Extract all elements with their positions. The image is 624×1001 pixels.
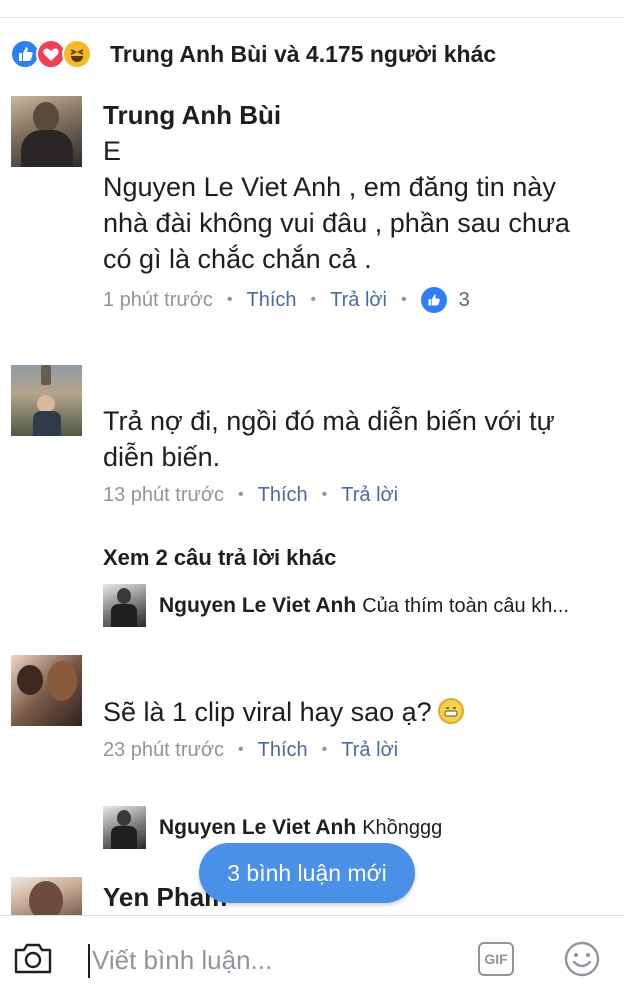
reply-preview[interactable]: Nguyen Le Viet Anh Khồnggg	[159, 816, 442, 840]
camera-icon[interactable]	[12, 938, 54, 983]
reaction-icons	[10, 37, 100, 71]
separator-dot: •	[400, 291, 407, 308]
separator-dot: •	[226, 291, 233, 308]
reply-button[interactable]: Trả lời	[330, 289, 387, 312]
separator-dot: •	[238, 486, 244, 503]
gif-button[interactable]: GIF	[478, 942, 514, 976]
reply-button[interactable]: Trả lời	[341, 484, 398, 507]
comment-text: Sẽ là 1 clip viral hay sao ạ?	[103, 694, 593, 730]
comment-meta: 23 phút trước • Thích • Trả lời	[103, 736, 398, 764]
separator-dot: •	[321, 486, 328, 503]
avatar[interactable]	[11, 877, 82, 915]
comment-timestamp: 23 phút trước	[103, 738, 225, 761]
reactions-summary-bar[interactable]: Trung Anh Bùi và 4.175 người khác	[10, 36, 496, 72]
comment-line: nhà đài không vui đâu , phần sau chưa	[103, 208, 570, 238]
grimacing-emoji-icon	[437, 698, 464, 724]
view-more-replies-link[interactable]: Xem 2 câu trả lời khác	[103, 545, 336, 571]
reply-avatar[interactable]	[103, 584, 146, 627]
comment-line: diễn biến.	[103, 442, 221, 472]
reply-text: Khồnggg	[362, 817, 443, 839]
haha-icon	[62, 39, 92, 69]
comment-timestamp: 13 phút trước	[103, 483, 225, 506]
like-icon	[420, 287, 447, 313]
text-cursor	[88, 944, 90, 978]
reply-preview[interactable]: Nguyen Le Viet Anh Của thím toàn câu kh..…	[159, 594, 569, 618]
comment-meta: 13 phút trước • Thích • Trả lời	[103, 481, 398, 509]
like-button[interactable]: Thích	[247, 289, 297, 312]
comment-text: Trả nợ đi, ngồi đó mà diễn biến với tự d…	[103, 403, 593, 475]
comment-author-name[interactable]: Trung Anh Bùi	[103, 100, 281, 131]
comment-meta: 1 phút trước • Thích • Trả lời • 3	[103, 286, 470, 314]
like-button[interactable]: Thích	[258, 484, 308, 507]
comment-input[interactable]	[92, 942, 452, 978]
comment-line: có gì là chắc chắn cả .	[103, 244, 372, 274]
reactions-summary-text[interactable]: Trung Anh Bùi và 4.175 người khác	[110, 41, 496, 68]
comment-composer: GIF	[0, 915, 624, 1001]
comment-line: Sẽ là 1 clip viral hay sao ạ?	[103, 697, 432, 727]
top-divider	[0, 17, 624, 18]
reply-button[interactable]: Trả lời	[341, 739, 398, 762]
comment-line: Trả nợ đi, ngồi đó mà diễn biến với tự	[103, 406, 555, 436]
separator-dot: •	[310, 291, 317, 308]
reply-author-name[interactable]: Nguyen Le Viet Anh	[159, 816, 356, 839]
reply-avatar[interactable]	[103, 806, 146, 849]
avatar[interactable]	[11, 96, 82, 167]
comment-line: Nguyen Le Viet Anh , em đăng tin này	[103, 172, 556, 202]
reply-text: Của thím toàn câu kh...	[362, 595, 569, 617]
reply-author-name[interactable]: Nguyen Le Viet Anh	[159, 594, 356, 617]
sticker-smiley-icon[interactable]	[563, 940, 601, 983]
comment-timestamp: 1 phút trước	[103, 288, 213, 311]
comment-line: E	[103, 136, 122, 166]
comment-text: E Nguyen Le Viet Anh , em đăng tin này n…	[103, 133, 593, 277]
comment-like-count[interactable]: 3	[420, 287, 470, 313]
new-comments-button[interactable]: 3 bình luận mới	[199, 843, 415, 903]
avatar[interactable]	[11, 365, 82, 436]
like-count-number: 3	[458, 288, 470, 311]
avatar[interactable]	[11, 655, 82, 726]
separator-dot: •	[238, 741, 244, 758]
like-button[interactable]: Thích	[258, 739, 308, 762]
separator-dot: •	[321, 741, 328, 758]
